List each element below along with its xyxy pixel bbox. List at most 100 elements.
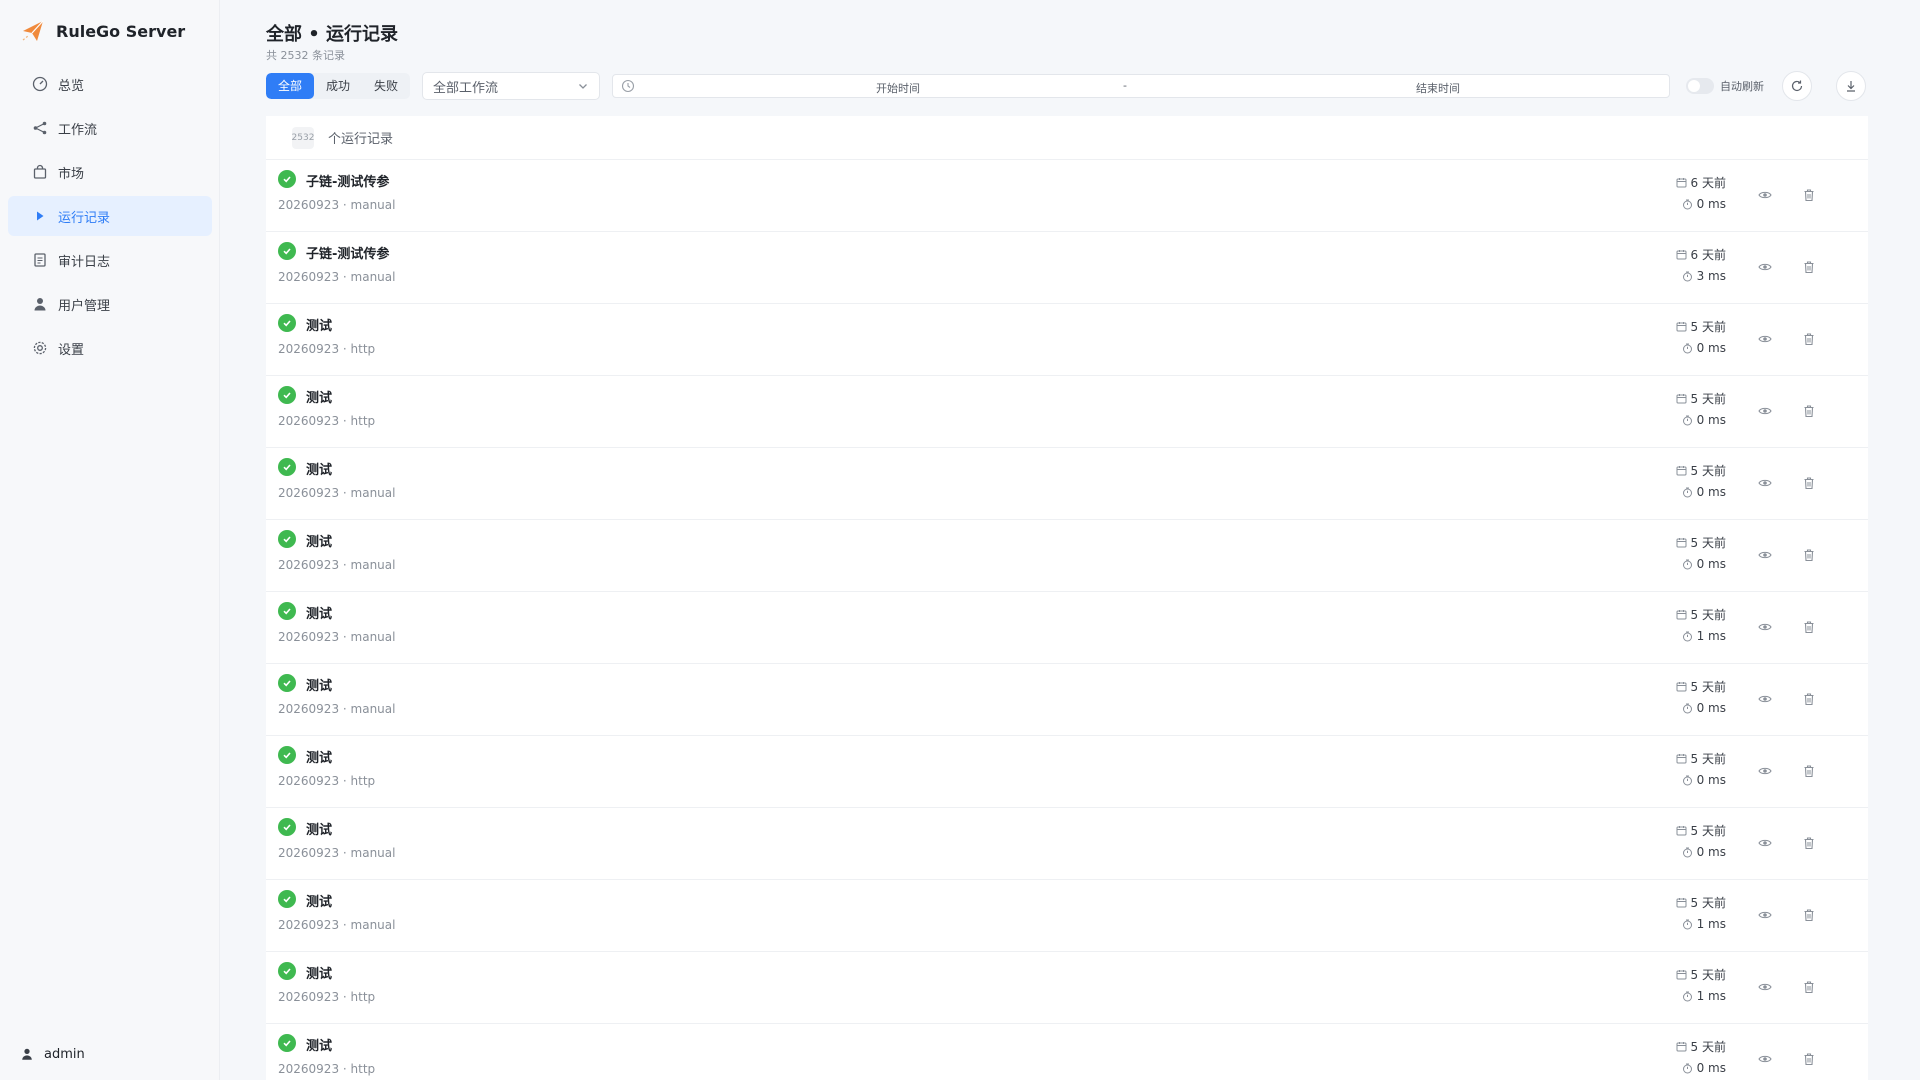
run-row[interactable]: 测试 20260923 · http 5 天前 1 ms bbox=[266, 952, 1868, 1024]
success-status-icon bbox=[278, 170, 296, 188]
run-row[interactable]: 测试 20260923 · manual 5 天前 0 ms bbox=[266, 520, 1868, 592]
sidebar-item-audit-log[interactable]: 审计日志 bbox=[8, 240, 212, 280]
run-name[interactable]: 测试 bbox=[306, 891, 332, 910]
run-name[interactable]: 子链-测试传参 bbox=[306, 171, 389, 190]
success-status-icon bbox=[278, 746, 296, 764]
trash-icon[interactable] bbox=[1802, 404, 1816, 418]
eye-icon[interactable] bbox=[1758, 620, 1772, 634]
trash-icon[interactable] bbox=[1802, 620, 1816, 634]
eye-icon[interactable] bbox=[1758, 332, 1772, 346]
run-meta: 20260923 · http bbox=[278, 774, 376, 788]
tab-failed[interactable]: 失败 bbox=[362, 73, 410, 99]
date-range-picker[interactable]: 开始时间 - 结束时间 bbox=[612, 74, 1671, 98]
eye-icon[interactable] bbox=[1758, 476, 1772, 490]
run-row[interactable]: 测试 20260923 · manual 5 天前 1 ms bbox=[266, 880, 1868, 952]
run-row[interactable]: 测试 20260923 · http 5 天前 0 ms bbox=[266, 1024, 1868, 1080]
trash-icon[interactable] bbox=[1802, 764, 1816, 778]
tab-success[interactable]: 成功 bbox=[314, 73, 362, 99]
download-button[interactable] bbox=[1836, 71, 1867, 101]
record-count: 共 2532 条记录 bbox=[266, 49, 345, 62]
run-row[interactable]: 测试 20260923 · http 5 天前 0 ms bbox=[266, 304, 1868, 376]
trash-icon[interactable] bbox=[1802, 260, 1816, 274]
run-row[interactable]: 子链-测试传参 20260923 · manual 6 天前 0 ms bbox=[266, 160, 1868, 232]
run-row[interactable]: 测试 20260923 · manual 5 天前 1 ms bbox=[266, 592, 1868, 664]
eye-icon[interactable] bbox=[1758, 764, 1772, 778]
start-time-input[interactable]: 开始时间 bbox=[813, 80, 983, 96]
trash-icon[interactable] bbox=[1802, 908, 1816, 922]
auto-refresh-toggle[interactable] bbox=[1686, 78, 1715, 94]
sidebar-item-settings[interactable]: 设置 bbox=[8, 328, 212, 368]
trash-icon[interactable] bbox=[1802, 332, 1816, 346]
sidebar-item-overview[interactable]: 总览 bbox=[8, 64, 212, 104]
tab-all[interactable]: 全部 bbox=[266, 73, 315, 99]
run-row[interactable]: 测试 20260923 · manual 5 天前 0 ms bbox=[266, 664, 1868, 736]
range-separator: - bbox=[1123, 79, 1128, 92]
run-time: 5 天前 bbox=[1676, 966, 1726, 983]
trash-icon[interactable] bbox=[1802, 1052, 1816, 1066]
eye-icon[interactable] bbox=[1758, 980, 1772, 994]
stopwatch-icon bbox=[1682, 991, 1692, 1001]
eye-icon[interactable] bbox=[1758, 188, 1772, 202]
eye-icon[interactable] bbox=[1758, 404, 1772, 418]
run-row[interactable]: 测试 20260923 · http 5 天前 0 ms bbox=[266, 376, 1868, 448]
workflow-select[interactable]: 全部工作流 bbox=[422, 72, 601, 100]
refresh-icon bbox=[1791, 80, 1803, 92]
run-row[interactable]: 测试 20260923 · manual 5 天前 0 ms bbox=[266, 808, 1868, 880]
sidebar-item-label: 工作流 bbox=[58, 122, 98, 138]
eye-icon[interactable] bbox=[1758, 692, 1772, 706]
run-row[interactable]: 测试 20260923 · manual 5 天前 0 ms bbox=[266, 448, 1868, 520]
sidebar-item-label: 运行记录 bbox=[58, 210, 111, 226]
run-name[interactable]: 子链-测试传参 bbox=[306, 243, 389, 262]
run-name[interactable]: 测试 bbox=[306, 315, 332, 334]
user-icon bbox=[22, 1048, 32, 1060]
calendar-icon bbox=[1676, 466, 1687, 476]
sidebar-item-workflows[interactable]: 工作流 bbox=[8, 108, 212, 148]
trash-icon[interactable] bbox=[1802, 548, 1816, 562]
sidebar-item-users[interactable]: 用户管理 bbox=[8, 284, 212, 324]
run-row[interactable]: 子链-测试传参 20260923 · manual 6 天前 3 ms bbox=[266, 232, 1868, 304]
app-name: RuleGo Server bbox=[56, 21, 186, 41]
run-time-text: 5 天前 bbox=[1690, 1040, 1726, 1054]
trash-icon[interactable] bbox=[1802, 188, 1816, 202]
refresh-button[interactable] bbox=[1782, 71, 1813, 101]
run-row[interactable]: 测试 20260923 · http 5 天前 0 ms bbox=[266, 736, 1868, 808]
trash-icon[interactable] bbox=[1802, 980, 1816, 994]
run-name[interactable]: 测试 bbox=[306, 531, 332, 550]
run-time-text: 5 天前 bbox=[1690, 464, 1726, 478]
eye-icon[interactable] bbox=[1758, 836, 1772, 850]
trash-icon[interactable] bbox=[1802, 476, 1816, 490]
run-name[interactable]: 测试 bbox=[306, 675, 332, 694]
stopwatch-icon bbox=[1682, 271, 1692, 281]
run-time: 5 天前 bbox=[1676, 534, 1726, 551]
success-status-icon bbox=[278, 1034, 296, 1052]
run-name[interactable]: 测试 bbox=[306, 459, 332, 478]
run-list: 2532 个运行记录 子链-测试传参 20260923 · manual 6 天… bbox=[266, 116, 1868, 1080]
run-name[interactable]: 测试 bbox=[306, 963, 332, 982]
sidebar-nav: 总览 工作流 市场 运行记录 审计日志 用户管理 设置 bbox=[8, 64, 212, 372]
sidebar-item-market[interactable]: 市场 bbox=[8, 152, 212, 192]
status-tabs: 全部 成功 失败 bbox=[266, 73, 411, 99]
run-meta: 20260923 · manual bbox=[278, 558, 396, 572]
eye-icon[interactable] bbox=[1758, 260, 1772, 274]
trash-icon[interactable] bbox=[1802, 692, 1816, 706]
count-badge: 2532 bbox=[292, 126, 314, 149]
run-name[interactable]: 测试 bbox=[306, 603, 332, 622]
run-name[interactable]: 测试 bbox=[306, 387, 332, 406]
run-duration: 0 ms bbox=[1682, 557, 1726, 571]
run-name[interactable]: 测试 bbox=[306, 747, 332, 766]
brand[interactable]: RuleGo Server bbox=[20, 16, 185, 46]
list-header: 2532 个运行记录 bbox=[266, 116, 1868, 160]
eye-icon[interactable] bbox=[1758, 908, 1772, 922]
filter-bar: 全部 成功 失败 全部工作流 开始时间 - 结束时间 自动刷新 bbox=[266, 71, 1872, 101]
current-user[interactable]: admin bbox=[20, 1042, 85, 1066]
eye-icon[interactable] bbox=[1758, 548, 1772, 562]
run-duration-text: 3 ms bbox=[1696, 269, 1726, 283]
eye-icon[interactable] bbox=[1758, 1052, 1772, 1066]
run-meta: 20260923 · manual bbox=[278, 846, 396, 860]
run-duration-text: 1 ms bbox=[1696, 917, 1726, 931]
sidebar-item-runs[interactable]: 运行记录 bbox=[8, 196, 212, 236]
run-name[interactable]: 测试 bbox=[306, 1035, 332, 1054]
run-name[interactable]: 测试 bbox=[306, 819, 332, 838]
end-time-input[interactable]: 结束时间 bbox=[1363, 80, 1513, 96]
trash-icon[interactable] bbox=[1802, 836, 1816, 850]
